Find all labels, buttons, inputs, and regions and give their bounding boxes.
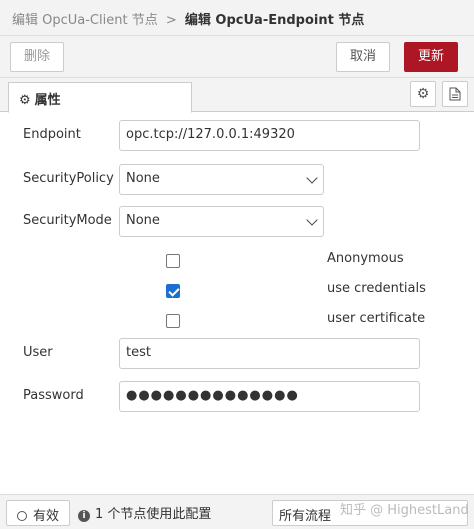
toolbar: 删除 取消 更新: [0, 36, 474, 78]
use-credentials-label: use credentials: [327, 281, 426, 296]
footer: 有效 i1 个节点使用此配置 所有流程 知乎 @ HighestLand: [0, 494, 474, 529]
description-tab-button[interactable]: [442, 81, 468, 107]
scope-select-value: 所有流程: [279, 509, 332, 524]
tab-bar: ⚙ 属性 ⚙: [0, 78, 474, 113]
tab-properties[interactable]: ⚙ 属性: [8, 82, 192, 113]
usage-text: 1 个节点使用此配置: [95, 507, 212, 522]
circle-icon: [17, 511, 27, 521]
delete-button[interactable]: 删除: [10, 42, 64, 72]
security-policy-select[interactable]: None: [119, 164, 324, 195]
enabled-toggle-label: 有效: [33, 509, 60, 524]
breadcrumb: 编辑 OpcUa-Client 节点 > 编辑 OpcUa-Endpoint 节…: [0, 0, 474, 36]
tab-properties-label: 属性: [34, 93, 61, 108]
password-input[interactable]: ●●●●●●●●●●●●●●: [119, 381, 420, 412]
user-certificate-label: user certificate: [327, 311, 426, 326]
user-certificate-checkbox[interactable]: [166, 314, 180, 328]
security-mode-label: SecurityMode: [23, 213, 112, 228]
chevron-down-icon: [306, 172, 318, 184]
security-policy-value: None: [126, 171, 160, 186]
endpoint-label: Endpoint: [23, 127, 81, 142]
password-label: Password: [23, 388, 84, 403]
breadcrumb-parent-link[interactable]: 编辑 OpcUa-Client 节点: [12, 13, 158, 28]
document-icon: [449, 87, 461, 101]
security-policy-label: SecurityPolicy: [23, 171, 114, 186]
info-icon: i: [78, 510, 90, 522]
user-label: User: [23, 345, 53, 360]
user-input[interactable]: test: [119, 338, 420, 369]
update-button[interactable]: 更新: [404, 42, 458, 72]
scope-select[interactable]: 所有流程: [272, 500, 468, 526]
use-credentials-checkbox[interactable]: [166, 284, 180, 298]
security-mode-select[interactable]: None: [119, 206, 324, 237]
anonymous-label: Anonymous: [327, 251, 404, 266]
cancel-button[interactable]: 取消: [336, 42, 390, 72]
gear-icon: ⚙: [19, 93, 31, 108]
settings-tab-button[interactable]: ⚙: [410, 81, 436, 107]
enabled-toggle-button[interactable]: 有效: [6, 500, 70, 526]
properties-form: Endpoint opc.tcp://127.0.0.1:49320 Secur…: [0, 112, 474, 494]
gear-icon: ⚙: [416, 86, 430, 102]
edit-tray: 编辑 OpcUa-Client 节点 > 编辑 OpcUa-Endpoint 节…: [0, 0, 474, 529]
security-mode-value: None: [126, 213, 160, 228]
breadcrumb-separator: >: [165, 13, 177, 28]
chevron-down-icon: [306, 214, 318, 226]
breadcrumb-current: 编辑 OpcUa-Endpoint 节点: [184, 13, 365, 28]
endpoint-input[interactable]: opc.tcp://127.0.0.1:49320: [119, 120, 420, 151]
anonymous-checkbox[interactable]: [166, 254, 180, 268]
usage-info: i 1 个节点使用此配置: [78, 503, 211, 522]
